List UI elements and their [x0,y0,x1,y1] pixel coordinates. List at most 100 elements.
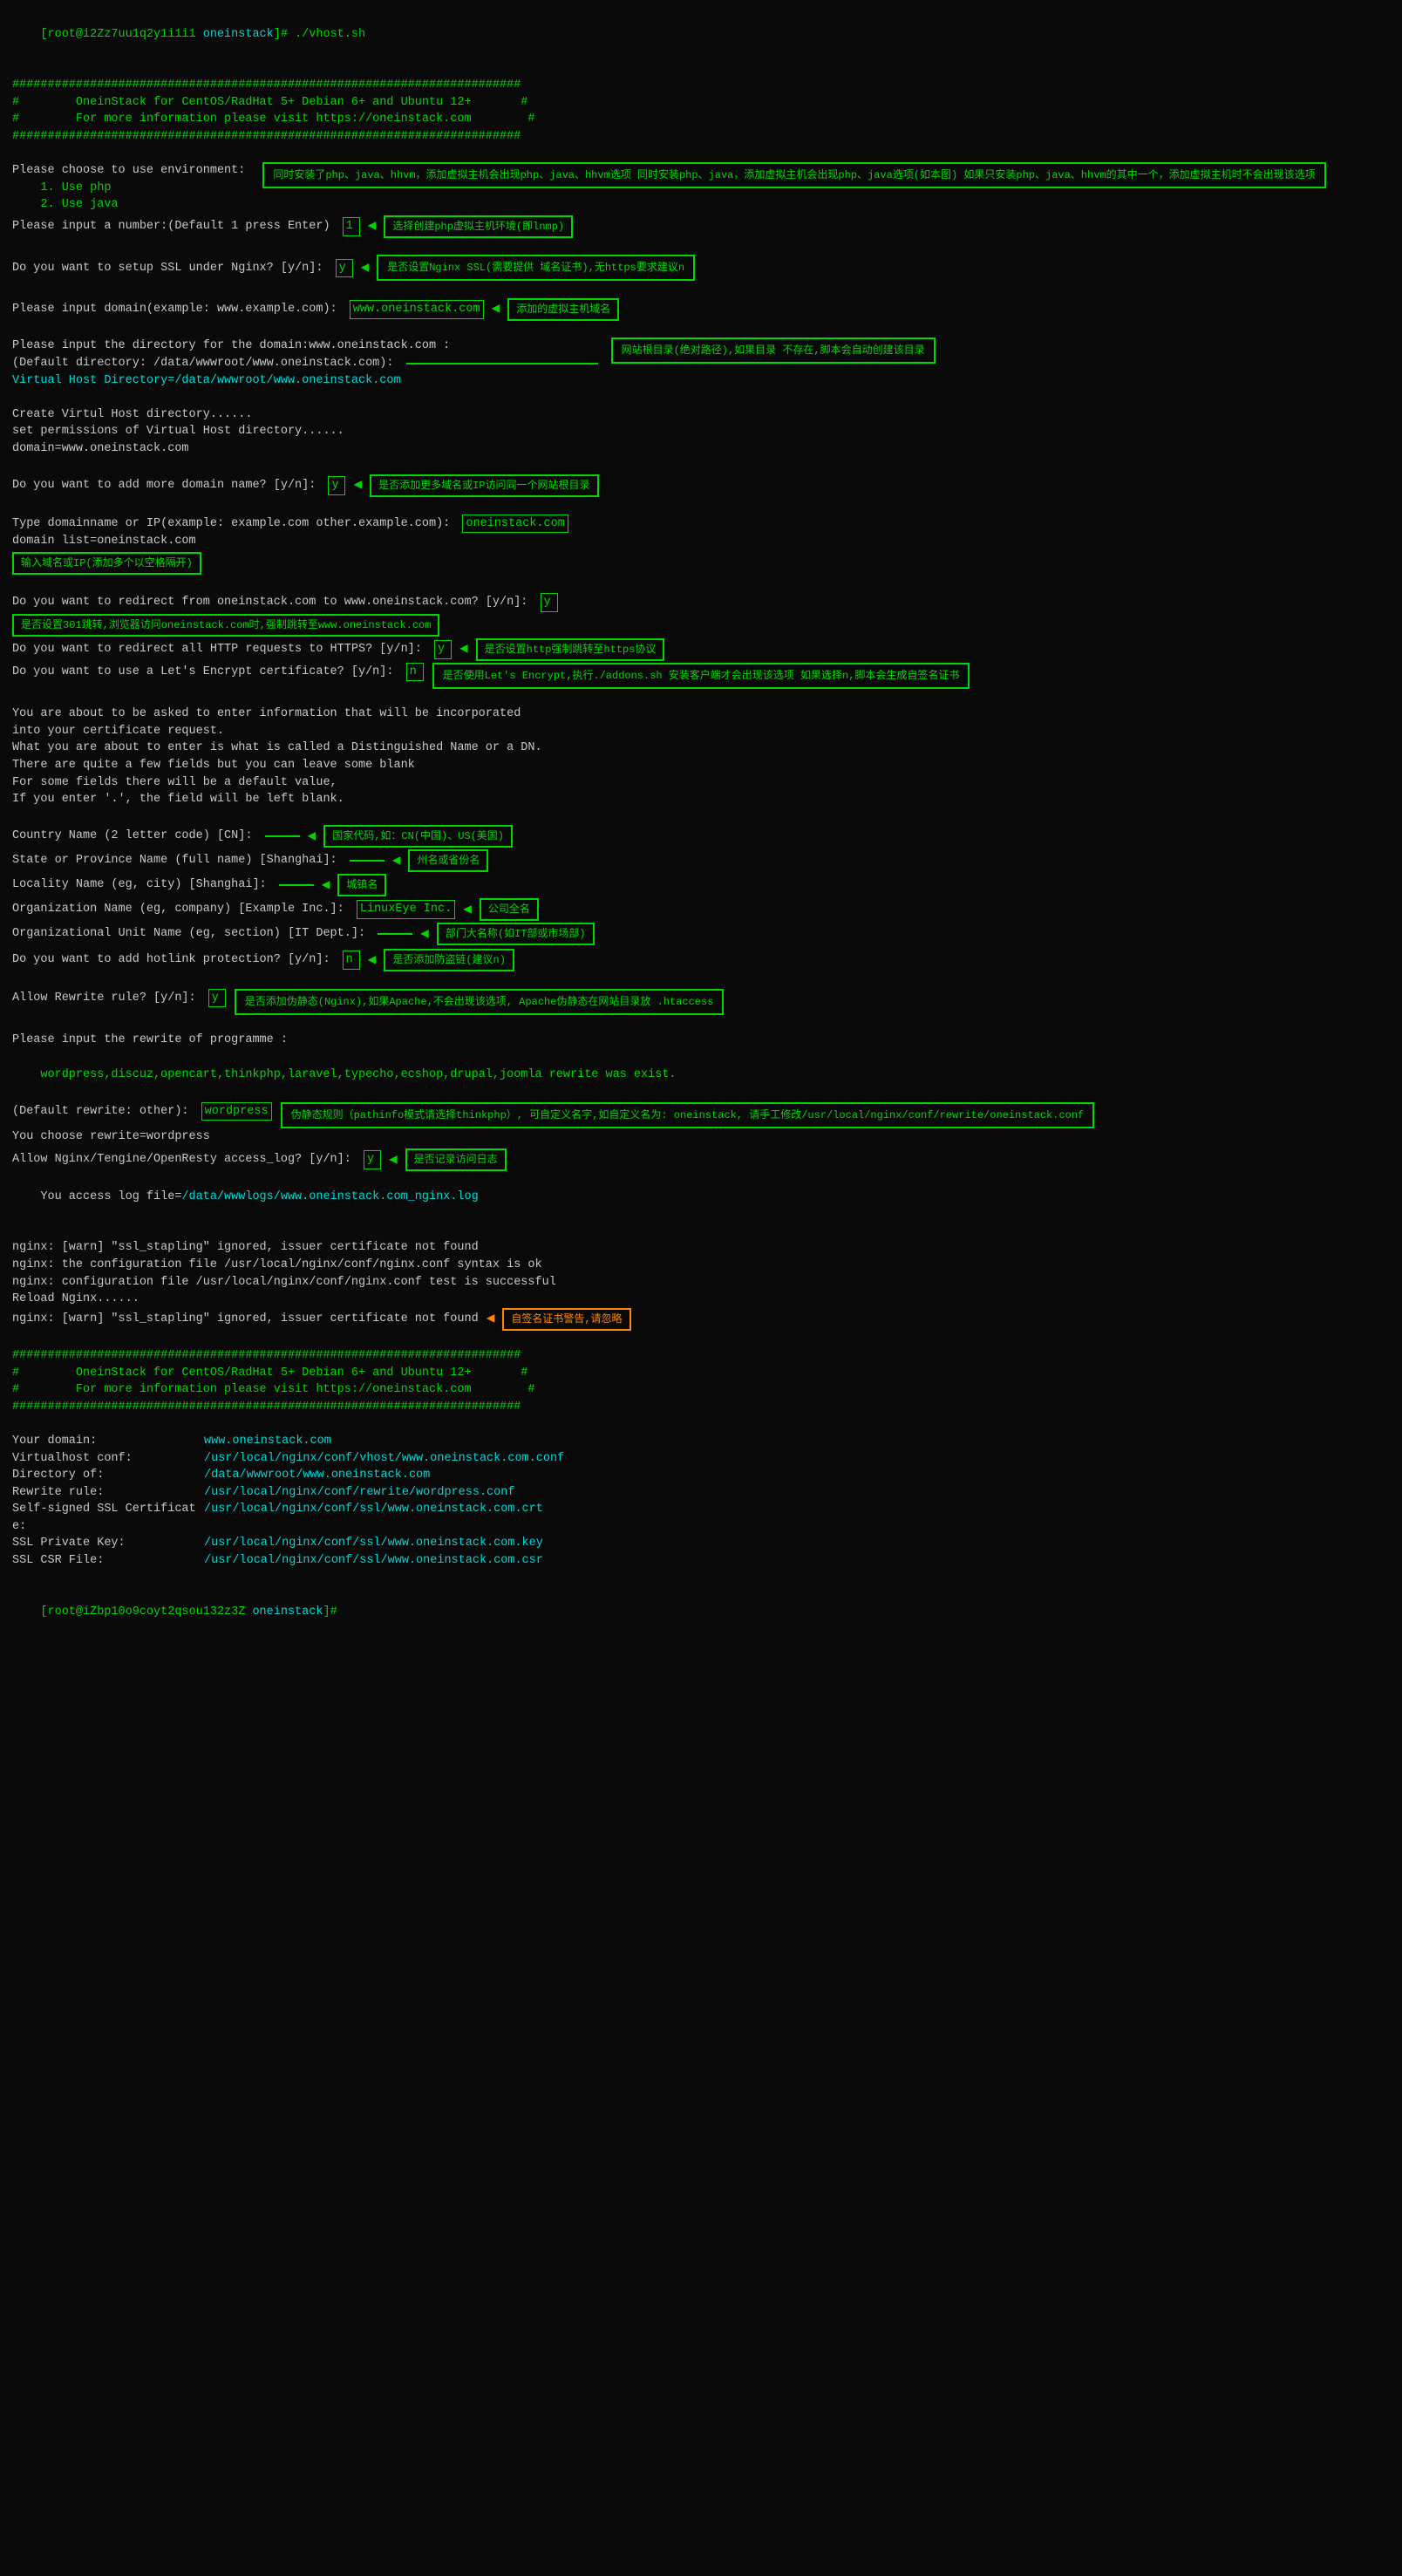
org-unit-prompt: Organizational Unit Name (eg, section) [… [12,925,372,943]
rewrite-default-input[interactable]: wordpress [201,1102,272,1121]
arrow-number: ◀ [368,216,377,236]
create-vhost-2: set permissions of Virtual Host director… [12,423,1390,440]
arrow-country: ◀ [308,827,316,847]
org-unit-tooltip-box: 部门大名称(如IT部或市场部) [437,923,595,945]
domain-prompt: Please input domain(example: www.example… [12,301,344,318]
blank-line-15 [12,1331,1390,1348]
domain-list-line: domain list=oneinstack.com [12,533,568,550]
redirect-301-input[interactable]: y [541,593,558,612]
country-tooltip-box: 国家代码,如：CN(中国)、US(美国) [323,825,513,848]
locality-tooltip-box: 城镇名 [337,874,386,896]
hash-comment-3: # OneinStack for CentOS/RadHat 5+ Debian… [12,1365,1390,1382]
ssl-input[interactable]: y [336,259,353,278]
state-input[interactable] [350,860,385,862]
cert-info-5: For some fields there will be a default … [12,774,1390,792]
vhost-dir-line: Virtual Host Directory=/data/wwwroot/www… [12,372,1390,390]
redirect-301-prompt: Do you want to redirect from oneinstack.… [12,594,535,611]
summary-key-val: /usr/local/nginx/conf/ssl/www.oneinstack… [204,1535,1390,1552]
cert-info-2: into your certificate request. [12,723,1390,740]
locality-input[interactable] [279,884,314,886]
prompt-line-1: [root@i2Zz7uu1q2y1i1i1 oneinstack]# ./vh… [12,9,1390,60]
letsencrypt-input[interactable]: n [406,663,424,682]
access-log-prefix: You access log file= [40,1190,181,1203]
cert-info-4: There are quite a few fields but you can… [12,757,1390,774]
blank-line-13 [12,1015,1390,1032]
rewrite-prompt: Allow Rewrite rule? [y/n]: [12,990,203,1007]
blank-line-16 [12,1416,1390,1434]
summary-ssl-val: /usr/local/nginx/conf/ssl/www.oneinstack… [204,1501,1390,1535]
summary-rewrite-val: /usr/local/nginx/conf/rewrite/wordpress.… [204,1484,1390,1502]
summary-vhost-val: /usr/local/nginx/conf/vhost/www.oneinsta… [204,1450,1390,1468]
type-domain-input[interactable]: oneinstack.com [462,515,568,534]
number-tooltip-box: 选择创建php虚拟主机环境(即lnmp) [384,215,573,238]
blank-line-14 [12,1223,1390,1240]
https-redirect-prompt: Do you want to redirect all HTTP request… [12,641,429,658]
more-domain-prompt: Do you want to add more domain name? [y/… [12,477,323,494]
summary-rewrite-label: Rewrite rule: [12,1484,204,1502]
access-log-file-line: You access log file=/data/wwwlogs/www.on… [12,1171,1390,1223]
letsencrypt-prompt: Do you want to use a Let's Encrypt certi… [12,664,401,681]
domain-input[interactable]: www.oneinstack.com [350,300,484,319]
dir-prompt-2: (Default directory: /data/wwwroot/www.on… [12,355,401,372]
blank-line-4 [12,281,1390,298]
arrow-org-unit: ◀ [420,924,429,944]
final-prompt-bracket: [root@iZbp10o9coyt2qsou132z3Z [40,1605,252,1619]
hotlink-input[interactable]: n [343,951,360,970]
input-number-box[interactable]: 1 [343,217,360,236]
rewrite-list-line: Please input the rewrite of programme : [12,1032,1390,1049]
ssl-prompt: Do you want to setup SSL under Nginx? [y… [12,260,330,277]
arrow-domain: ◀ [492,299,500,319]
more-domain-input[interactable]: y [328,476,345,495]
type-domain-tooltip-box: 输入域名或IP(添加多个以空格隔开) [12,552,201,575]
cert-info-3: What you are about to enter is what is c… [12,739,1390,757]
summary-vhost-label: Virtualhost conf: [12,1450,204,1468]
blank-line-10 [12,689,1390,706]
final-prompt: [root@iZbp10o9coyt2qsou132z3Z oneinstack… [12,1586,1390,1638]
letsencrypt-tooltip-box: 是否使用Let's Encrypt,执行./addons.sh 安装客户端才会出… [432,663,970,689]
arrow-state: ◀ [392,851,401,871]
nginx-warn1: nginx: [warn] "ssl_stapling" ignored, is… [12,1239,1390,1257]
dir-tooltip-box: 网站根目录(绝对路径),如果目录 不存在,脚本会自动创建该目录 [611,337,936,364]
arrow-more-domain: ◀ [353,475,362,495]
state-tooltip-box: 州名或省份名 [408,849,488,872]
rewrite-input[interactable]: y [208,989,226,1008]
rewrite-chosen-line: You choose rewrite=wordpress [12,1128,1390,1146]
summary-csr-label: SSL CSR File: [12,1552,204,1570]
access-log-path: /data/wwwlogs/www.oneinstack.com_nginx.l… [181,1190,478,1203]
hash-top: ########################################… [12,77,1390,94]
summary-domain-val: www.oneinstack.com [204,1433,1390,1450]
blank-line-12 [12,971,1390,989]
nginx-warn2: nginx: [warn] "ssl_stapling" ignored, is… [12,1311,479,1328]
prompt-bracket-open: [root@ [40,28,83,41]
cert-info-6: If you enter '.', the field will be left… [12,791,1390,808]
arrow-https: ◀ [459,639,468,659]
org-input[interactable]: LinuxEye Inc. [357,900,455,919]
oneinstack-label-1: oneinstack [203,28,274,41]
country-prompt: Country Name (2 letter code) [CN]: [12,828,260,845]
dir-input[interactable] [406,363,598,365]
type-domain-prompt: Type domainname or IP(example: example.c… [12,515,457,533]
org-unit-input[interactable] [378,933,412,935]
blank-line-2 [12,146,1390,163]
summary-dir-label: Directory of: [12,1467,204,1484]
blank-line-7 [12,457,1390,474]
summary-domain-label: Your domain: [12,1433,204,1450]
access-log-tooltip-box: 是否记录访问日志 [405,1148,507,1171]
https-redirect-tooltip-box: 是否设置http强制跳转至https协议 [476,638,665,661]
prompt-space [196,28,203,41]
env-tooltip-box: 同时安装了php、java、hhvm，添加虚拟主机会出现php、java、hhv… [262,162,1325,188]
arrow-hotlink: ◀ [368,951,377,971]
arrow-selfsigned: ◀ [487,1309,495,1329]
hash-bottom: ########################################… [12,128,1390,146]
access-log-input[interactable]: y [364,1150,381,1169]
https-redirect-input[interactable]: y [434,640,452,659]
arrow-access-log: ◀ [389,1150,398,1170]
rewrite-programs-text: wordpress,discuz,opencart,thinkphp,larav… [40,1068,676,1081]
hash-comment-4: # For more information please visit http… [12,1381,1390,1399]
blank-line-9 [12,576,1390,594]
summary-dir-val: /data/wwwroot/www.oneinstack.com [204,1467,1390,1484]
blank-line-17 [12,1570,1390,1587]
final-prompt-end: ]# [323,1605,337,1619]
prompt-end-1: ]# ./vhost.sh [274,28,365,41]
country-input[interactable] [265,835,300,837]
